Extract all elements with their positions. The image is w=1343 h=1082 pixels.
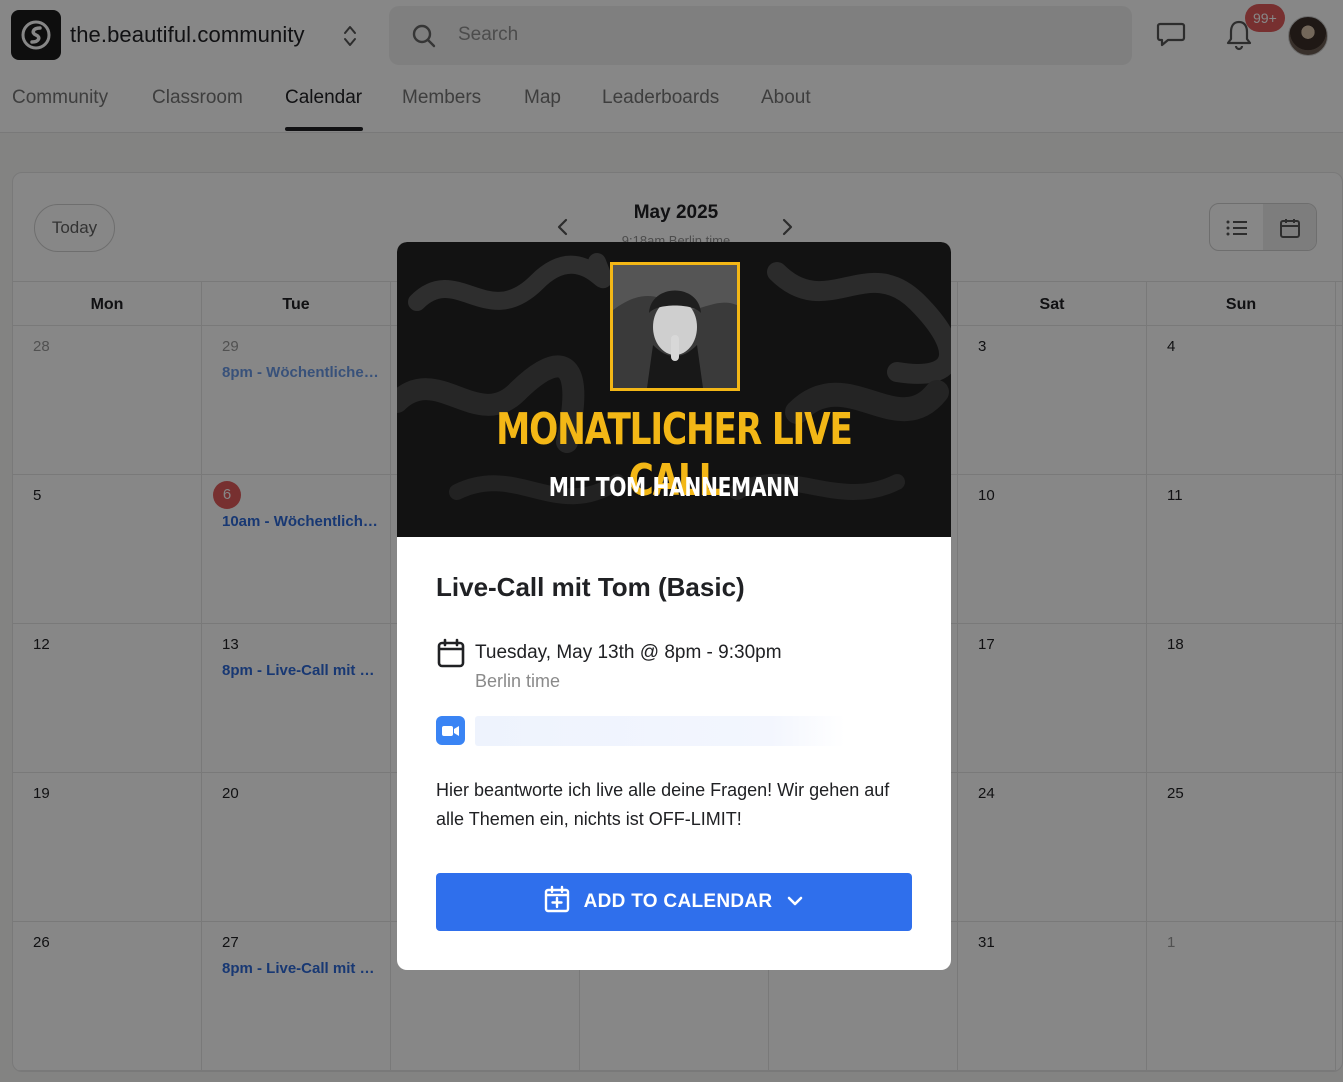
- banner-subtitle: MIT TOM HANNEMANN: [548, 473, 800, 503]
- chevron-down-icon: [786, 891, 804, 913]
- host-portrait-image: [610, 262, 740, 391]
- event-details-modal: MONATLICHER LIVE CALL MIT TOM HANNEMANN …: [397, 242, 951, 970]
- add-to-calendar-label: ADD TO CALENDAR: [583, 891, 773, 912]
- event-timezone: Berlin time: [475, 671, 561, 691]
- calendar-add-icon: [544, 885, 570, 919]
- calendar-icon: [437, 638, 465, 673]
- meeting-link[interactable]: [475, 716, 845, 746]
- event-description: Hier beantworte ich live alle deine Frag…: [436, 780, 890, 829]
- zoom-video-icon[interactable]: [436, 716, 465, 745]
- event-title: Live-Call mit Tom (Basic): [436, 572, 745, 602]
- event-datetime: Tuesday, May 13th @ 8pm - 9:30pm: [475, 642, 782, 663]
- add-to-calendar-button[interactable]: ADD TO CALENDAR: [436, 873, 912, 931]
- event-cover-image: MONATLICHER LIVE CALL MIT TOM HANNEMANN: [397, 242, 951, 537]
